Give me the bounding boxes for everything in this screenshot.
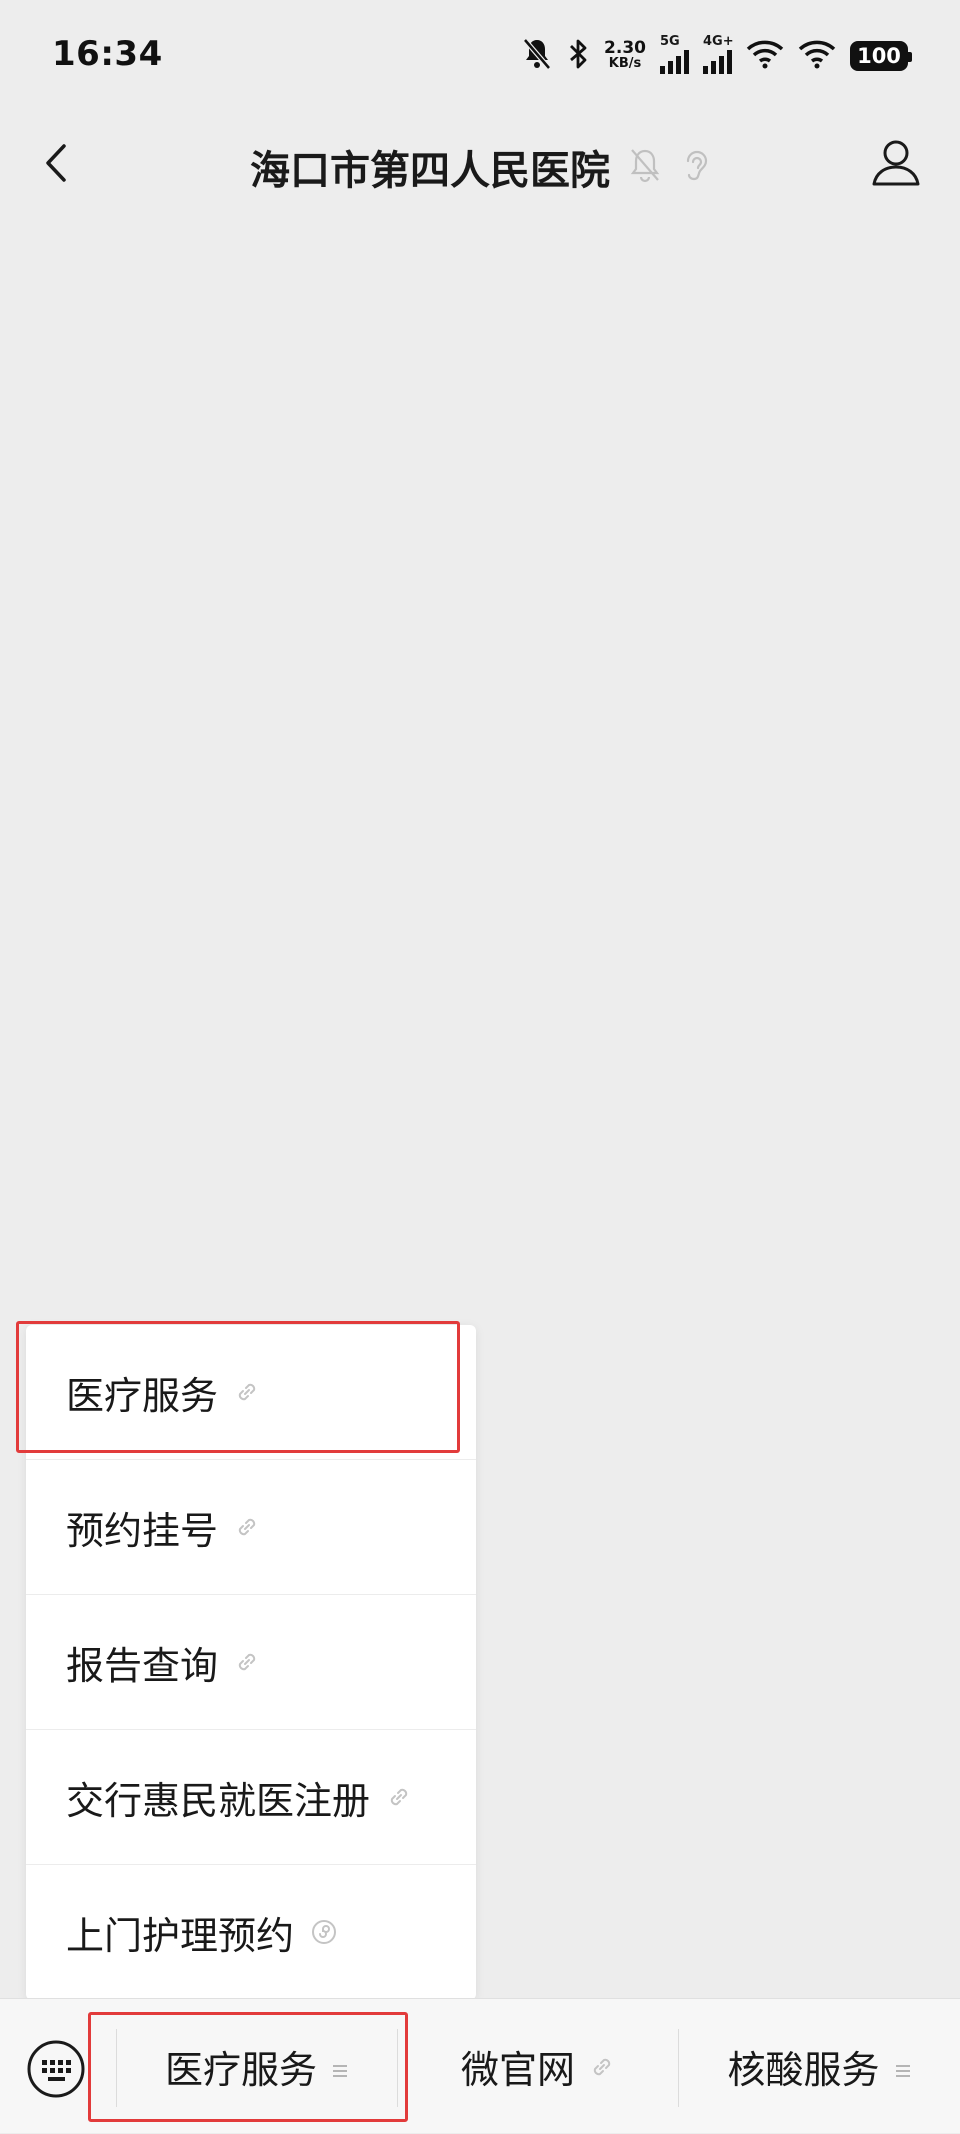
signal-4g: 4G+ (703, 34, 734, 74)
wifi-icon (798, 39, 836, 73)
signal-5g-label: 5G (660, 34, 680, 49)
status-time: 16:34 (52, 34, 163, 74)
submenu-item-medical-service[interactable]: 医疗服务 (26, 1325, 476, 1460)
submenu-item-label: 医疗服务 (66, 1373, 219, 1418)
nav-bar: 海口市第四人民医院 (0, 110, 960, 218)
submenu-item-home-nursing[interactable]: 上门护理预约 (26, 1865, 476, 2000)
bottom-tab-label: 微官网 (460, 2048, 575, 2092)
wifi-icon (746, 39, 784, 73)
bluetooth-icon (566, 37, 590, 75)
network-speed-unit: KB/s (608, 56, 642, 71)
bell-muted-icon (522, 37, 552, 75)
bottom-tab-nucleic-acid[interactable]: 核酸服务 (679, 1999, 960, 2134)
title-wrap: 海口市第四人民医院 (0, 138, 960, 196)
bottom-tab-label: 医疗服务 (164, 2048, 317, 2092)
bottom-menu-bar: 医疗服务 微官网 核酸服务 (0, 1998, 960, 2133)
link-icon (218, 1505, 260, 1549)
menu-lines-icon (317, 2045, 349, 2089)
mini-program-icon (294, 1911, 338, 1955)
submenu-item-appointment[interactable]: 预约挂号 (26, 1460, 476, 1595)
bell-off-icon (628, 146, 662, 188)
submenu-item-bocom-registration[interactable]: 交行惠民就医注册 (26, 1730, 476, 1865)
link-icon (218, 1640, 260, 1684)
user-icon (866, 140, 926, 196)
status-bar: 16:34 2.30 KB/s 5G 4G+ 100 (0, 0, 960, 110)
battery-indicator: 100 (850, 41, 912, 71)
bottom-tab-label: 核酸服务 (727, 2048, 880, 2092)
menu-lines-icon (880, 2045, 912, 2089)
submenu-popup: 医疗服务 预约挂号 报告查询 交行惠民就医注册 上门护理预约 (26, 1325, 476, 2000)
page-title: 海口市第四人民医院 (250, 148, 610, 194)
signal-4g-label: 4G+ (703, 34, 734, 49)
keyboard-toggle-button[interactable] (26, 2039, 86, 2099)
signal-bars-icon (660, 48, 689, 74)
keyboard-icon (26, 2040, 86, 2103)
bottom-tab-micro-site[interactable]: 微官网 (398, 1999, 678, 2134)
link-icon (218, 1370, 260, 1414)
signal-bars-icon (703, 48, 732, 74)
link-icon (575, 2045, 615, 2089)
submenu-item-label: 报告查询 (66, 1643, 219, 1688)
ear-icon (680, 146, 710, 188)
submenu-item-report-query[interactable]: 报告查询 (26, 1595, 476, 1730)
link-icon (370, 1775, 412, 1819)
profile-button[interactable] (866, 132, 926, 192)
submenu-item-label: 上门护理预约 (66, 1914, 295, 1958)
status-icons: 2.30 KB/s 5G 4G+ 100 (522, 34, 912, 78)
network-speed-value: 2.30 (604, 38, 646, 58)
network-speed: 2.30 KB/s (604, 38, 646, 72)
signal-5g: 5G (660, 34, 689, 74)
submenu-item-label: 预约挂号 (66, 1508, 219, 1553)
bottom-tab-medical-service[interactable]: 医疗服务 (117, 1999, 397, 2134)
submenu-item-label: 交行惠民就医注册 (66, 1778, 371, 1823)
